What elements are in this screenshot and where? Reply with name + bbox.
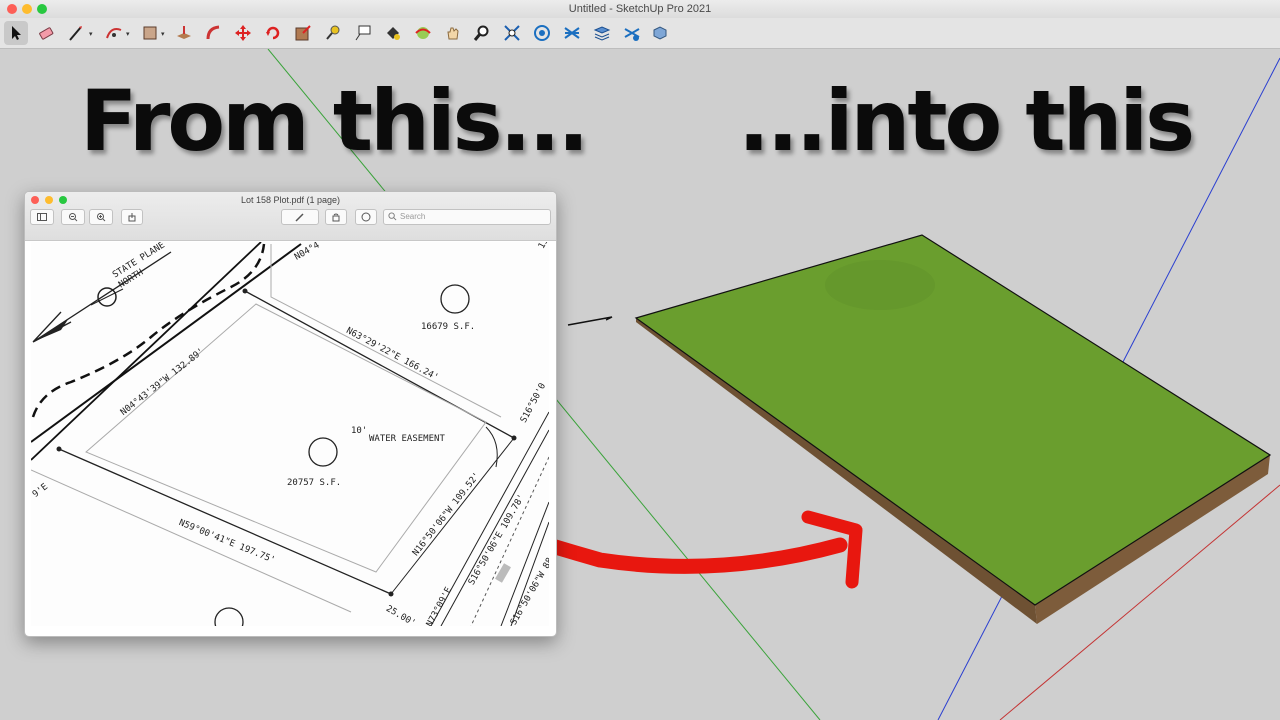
annotate-button[interactable] — [355, 209, 377, 225]
annotate-icon — [361, 212, 371, 222]
markup-button[interactable] — [281, 209, 319, 225]
extension-tool-icon[interactable] — [648, 21, 672, 45]
plot-label-area2: 20757 S.F. — [287, 478, 342, 488]
plot-document[interactable]: STATE PLANE NORTH 16679 S.F. 20757 S.F. … — [31, 242, 549, 626]
plot-label-easement: WATER EASEMENT — [369, 434, 445, 444]
layers-tool-icon[interactable] — [590, 21, 614, 45]
preview-titlebar: Lot 158 Plot.pdf (1 page) Search — [25, 192, 556, 241]
follow-me-tool-icon[interactable] — [202, 21, 226, 45]
preview-title: Lot 158 Plot.pdf (1 page) — [240, 195, 341, 205]
rectangle-tool-dropdown-icon[interactable]: ▾ — [161, 30, 165, 38]
headline-right: ...into this — [738, 72, 1195, 170]
plot-label-easement-width: 10' — [351, 426, 368, 436]
search-field[interactable]: Search — [383, 209, 551, 225]
rotate-icon — [332, 213, 340, 222]
zoom-tool-icon[interactable] — [470, 21, 494, 45]
main-toolbar: ▾ ▾ ▾ — [0, 18, 1280, 49]
pen-icon — [295, 213, 304, 222]
search-icon — [388, 212, 397, 221]
rotate-button[interactable] — [325, 209, 347, 225]
select-tool-icon[interactable] — [4, 21, 28, 45]
scale-tool-icon[interactable] — [291, 21, 315, 45]
plot-drawing — [31, 242, 549, 626]
preview-window[interactable]: Lot 158 Plot.pdf (1 page) Search STATE P… — [24, 191, 557, 637]
arc-tool-dropdown-icon[interactable]: ▾ — [126, 30, 130, 38]
3d-warehouse-tool-icon[interactable] — [530, 21, 554, 45]
sidebar-toggle-button[interactable] — [30, 209, 54, 225]
line-tool-dropdown-icon[interactable]: ▾ — [89, 30, 93, 38]
window-titlebar: Untitled - SketchUp Pro 2021 — [0, 0, 1280, 19]
terrain-shading — [825, 260, 935, 310]
pan-tool-icon[interactable] — [441, 21, 465, 45]
share-icon — [128, 213, 136, 222]
zoom-in-button[interactable] — [89, 209, 113, 225]
paint-bucket-tool-icon[interactable] — [381, 21, 405, 45]
tape-measure-tool-icon[interactable] — [321, 21, 345, 45]
component-tool-icon[interactable] — [620, 21, 644, 45]
window-title: Untitled - SketchUp Pro 2021 — [568, 3, 712, 15]
plot-label-area1: 16679 S.F. — [421, 322, 476, 332]
zoom-out-icon — [69, 213, 78, 222]
zoom-out-button[interactable] — [61, 209, 85, 225]
eraser-tool-icon[interactable] — [34, 21, 58, 45]
orbit-tool-icon[interactable] — [411, 21, 435, 45]
text-tool-icon[interactable] — [351, 21, 375, 45]
move-tool-icon[interactable] — [231, 21, 255, 45]
headline-left: From this... — [80, 72, 589, 170]
arc-tool-icon[interactable] — [102, 21, 126, 45]
rectangle-tool-icon[interactable] — [138, 21, 162, 45]
share-button[interactable] — [121, 209, 143, 225]
rotate-tool-icon[interactable] — [261, 21, 285, 45]
inference-marker — [567, 316, 613, 326]
search-placeholder: Search — [400, 212, 426, 221]
sidebar-icon — [37, 213, 47, 221]
zoom-in-icon — [97, 213, 106, 222]
line-tool-icon[interactable] — [64, 21, 88, 45]
zoom-extents-tool-icon[interactable] — [500, 21, 524, 45]
push-pull-tool-icon[interactable] — [172, 21, 196, 45]
sandbox-tool-icon[interactable] — [560, 21, 584, 45]
